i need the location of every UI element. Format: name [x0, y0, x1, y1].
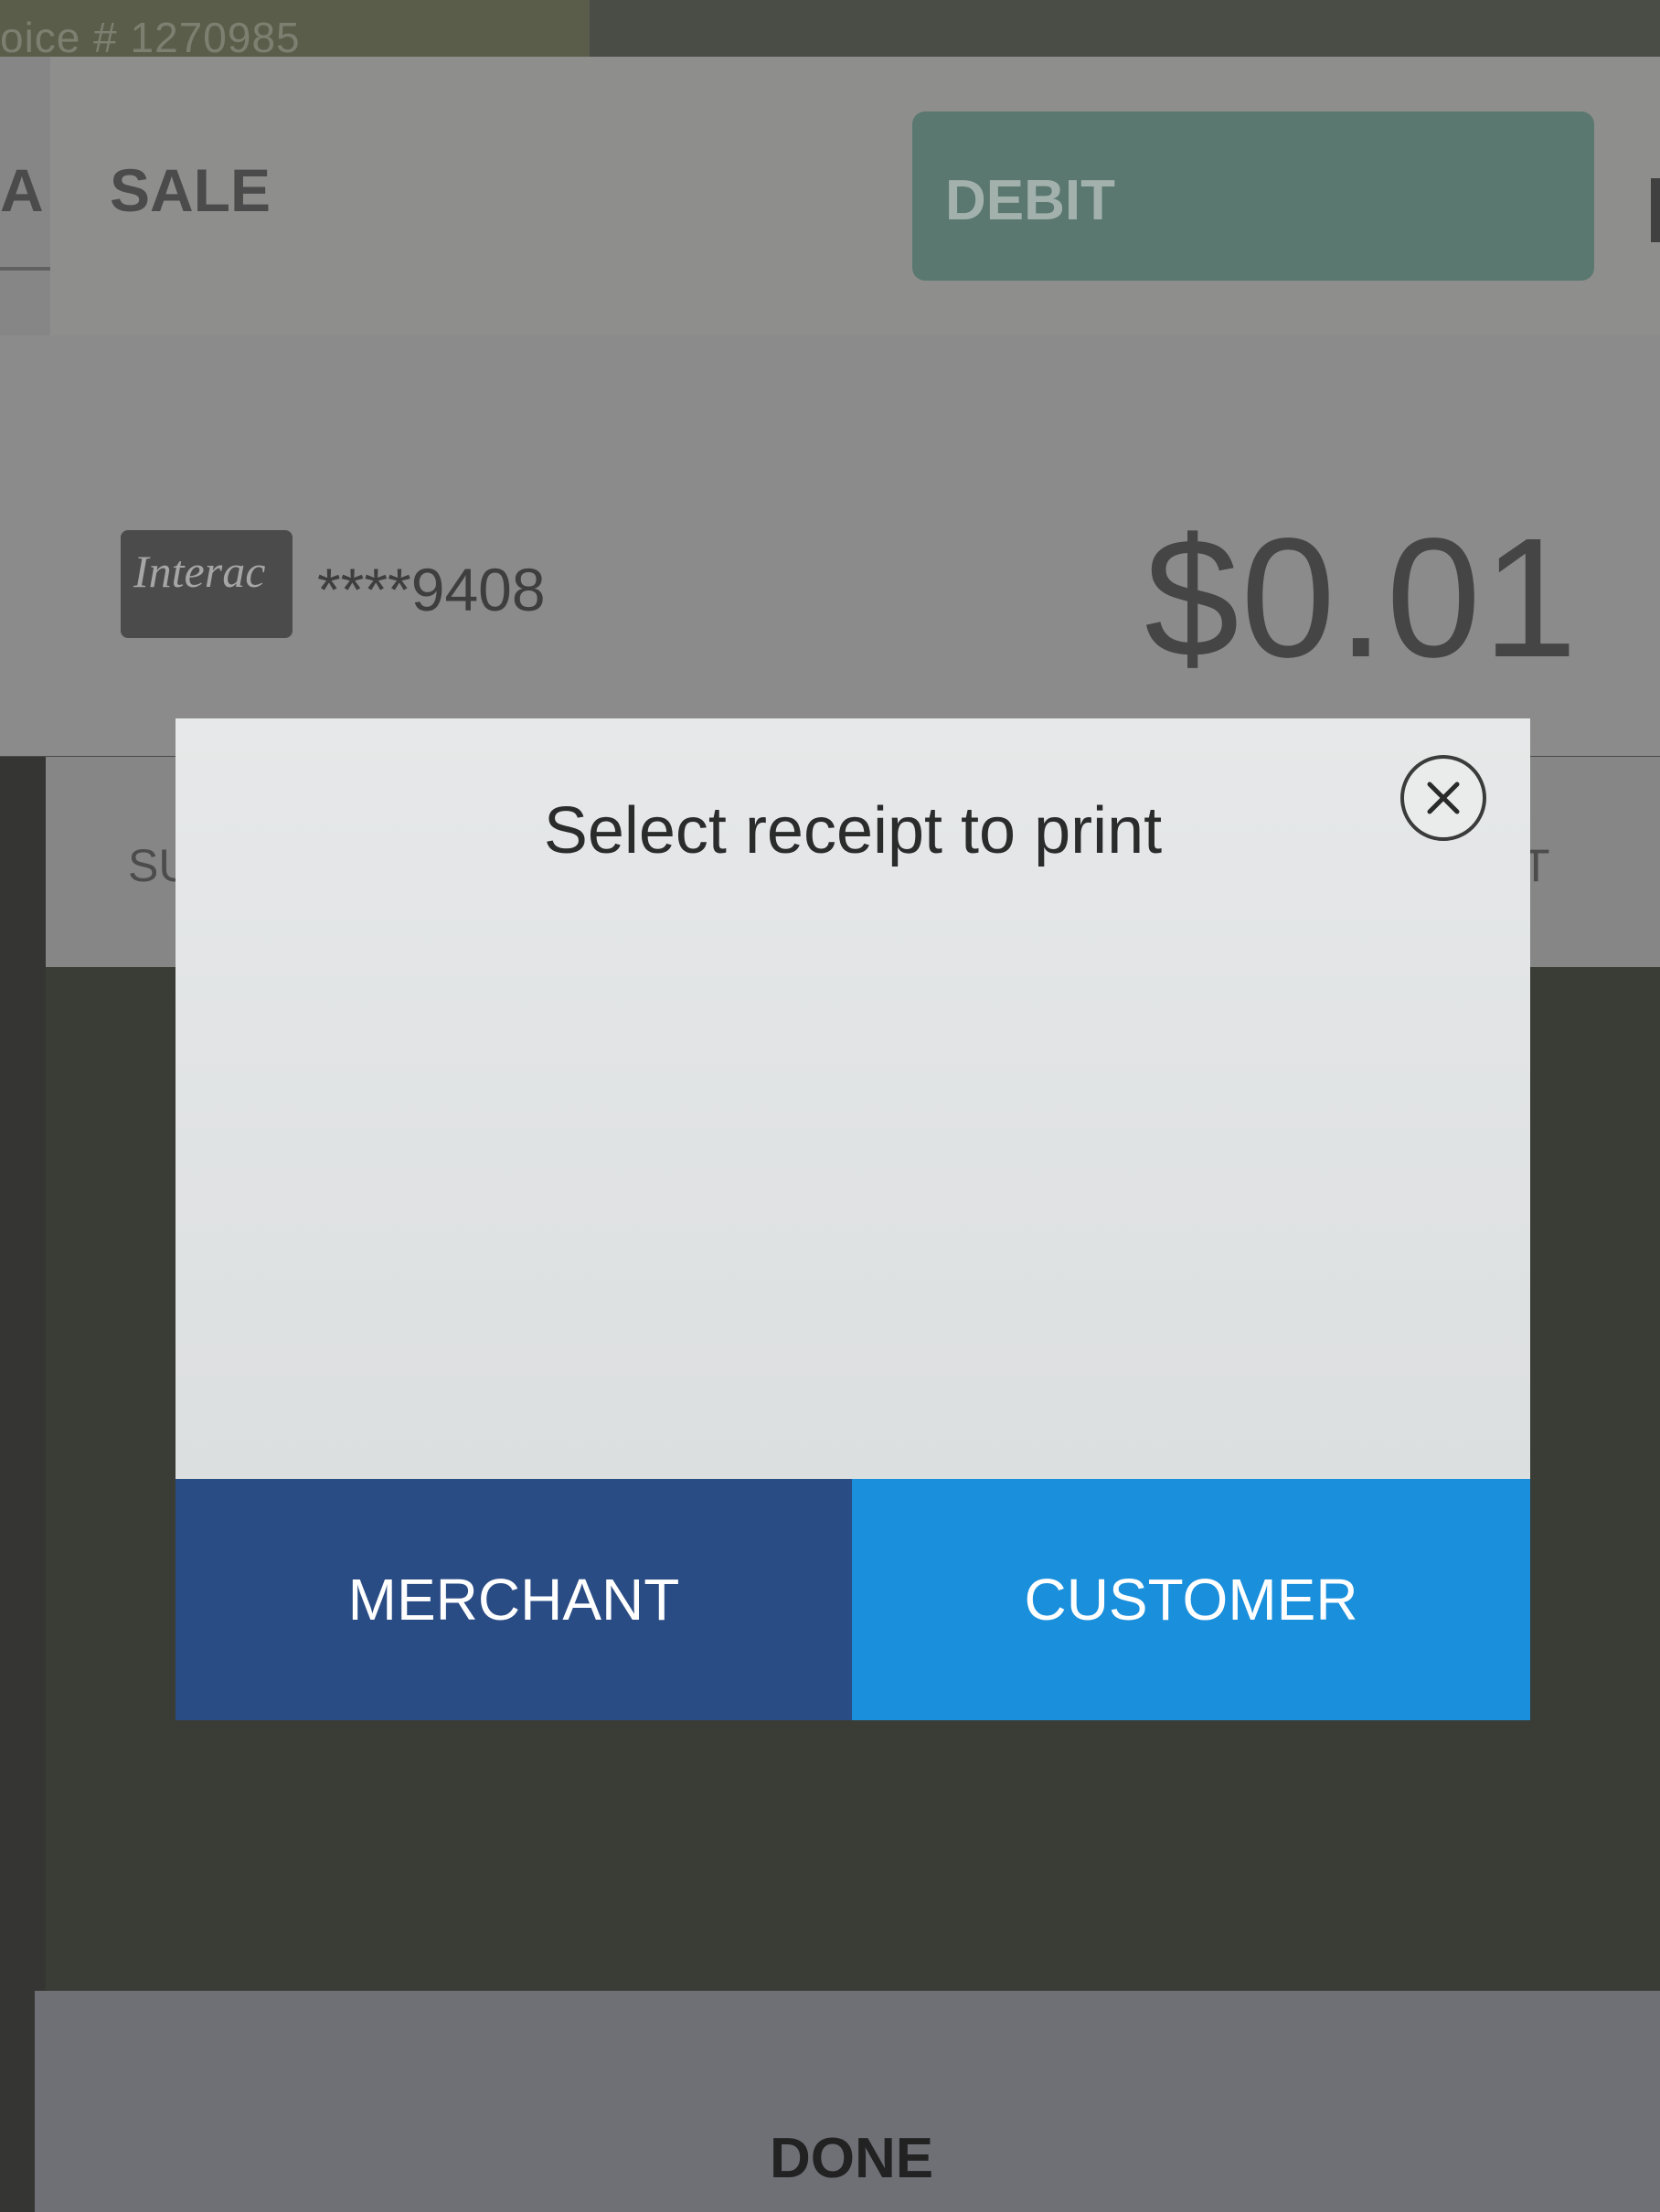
customer-receipt-button[interactable]: CUSTOMER — [852, 1479, 1530, 1720]
done-label: DONE — [770, 2127, 934, 2190]
interac-logo-text: Interac — [133, 546, 266, 597]
header-right-marker — [1651, 178, 1660, 242]
dialog-title: Select receipt to print — [543, 794, 1163, 867]
receipt-dialog: Select receipt to print MERCHANT CUSTOME… — [176, 718, 1530, 1720]
debit-label: DEBIT — [945, 169, 1115, 232]
close-button[interactable] — [1400, 755, 1486, 841]
tab-sale[interactable]: SALE — [110, 155, 271, 225]
tab-underline — [0, 267, 50, 271]
close-icon — [1427, 782, 1460, 814]
tab-prefix: A — [0, 156, 44, 224]
masked-card-number: ****9408 — [317, 556, 546, 623]
merchant-receipt-button[interactable]: MERCHANT — [176, 1479, 852, 1720]
transaction-amount: $0.01 — [1144, 504, 1580, 693]
invoice-number: oice # 1270985 — [0, 14, 301, 61]
